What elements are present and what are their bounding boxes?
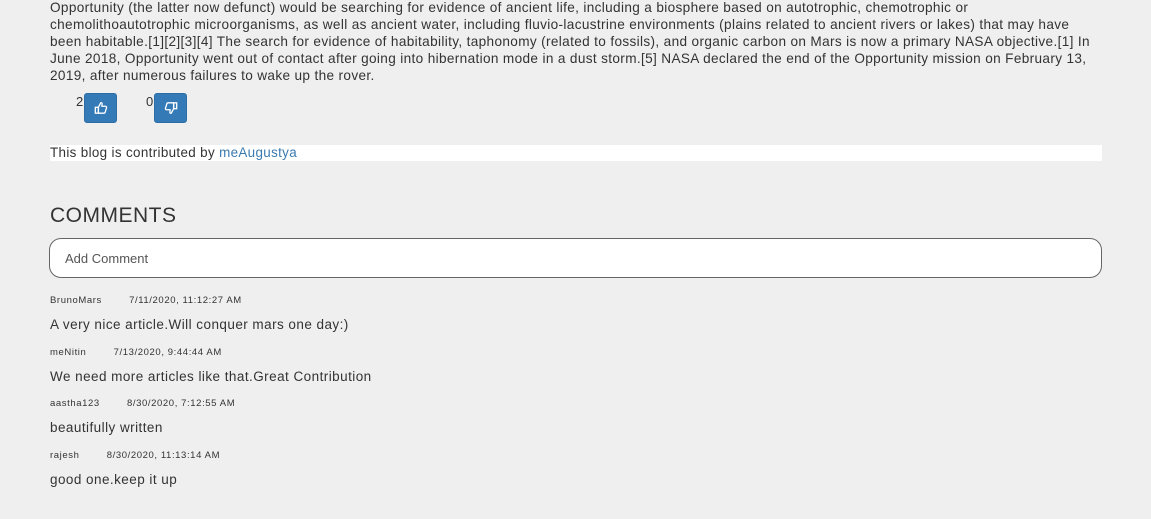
article-body: Opportunity (the latter now defunct) wou… (50, 0, 1102, 84)
like-button[interactable] (84, 93, 117, 123)
comment-username: meNitin (50, 347, 87, 358)
like-count: 2 (76, 94, 84, 109)
article-paragraph: Opportunity (the latter now defunct) wou… (50, 0, 1090, 83)
dislike-button[interactable] (154, 93, 187, 123)
comment-username: aastha123 (50, 398, 100, 409)
dislike-count: 0 (146, 94, 154, 109)
thumbs-up-icon (94, 102, 107, 114)
comment-username: rajesh (50, 450, 80, 461)
comment-text: We need more articles like that.Great Co… (50, 369, 372, 384)
blog-page: Opportunity (the latter now defunct) wou… (0, 0, 1151, 519)
comment-item: aastha123 8/30/2020, 7:12:55 AM beautifu… (50, 397, 1102, 436)
comment-meta: rajesh 8/30/2020, 11:13:14 AM (50, 449, 1102, 463)
comment-meta: BrunoMars 7/11/2020, 11:12:27 AM (50, 294, 1102, 308)
comment-timestamp: 7/11/2020, 11:12:27 AM (129, 295, 242, 306)
comment-text: good one.keep it up (50, 472, 178, 487)
contributor-line: This blog is contributed by meAugustya (50, 145, 1102, 161)
comment-text: A very nice article.Will conquer mars on… (50, 317, 349, 332)
comment-timestamp: 7/13/2020, 9:44:44 AM (113, 347, 222, 358)
comment-item: rajesh 8/30/2020, 11:13:14 AM good one.k… (50, 449, 1102, 488)
comment-item: meNitin 7/13/2020, 9:44:44 AM We need mo… (50, 346, 1102, 385)
contributor-prefix: This blog is contributed by (50, 145, 216, 160)
comment-meta: aastha123 8/30/2020, 7:12:55 AM (50, 397, 1102, 411)
comment-item: BrunoMars 7/11/2020, 11:12:27 AM A very … (50, 294, 1102, 333)
comment-timestamp: 8/30/2020, 11:13:14 AM (106, 450, 221, 461)
comment-username: BrunoMars (50, 295, 102, 306)
comment-meta: meNitin 7/13/2020, 9:44:44 AM (50, 346, 1102, 360)
comments-heading: COMMENTS (50, 204, 177, 227)
thumbs-down-icon (164, 102, 177, 114)
comment-text: beautifully written (50, 420, 163, 435)
contributor-link[interactable]: meAugustya (219, 145, 297, 160)
comment-timestamp: 8/30/2020, 7:12:55 AM (127, 398, 236, 409)
add-comment-input[interactable] (49, 238, 1102, 278)
